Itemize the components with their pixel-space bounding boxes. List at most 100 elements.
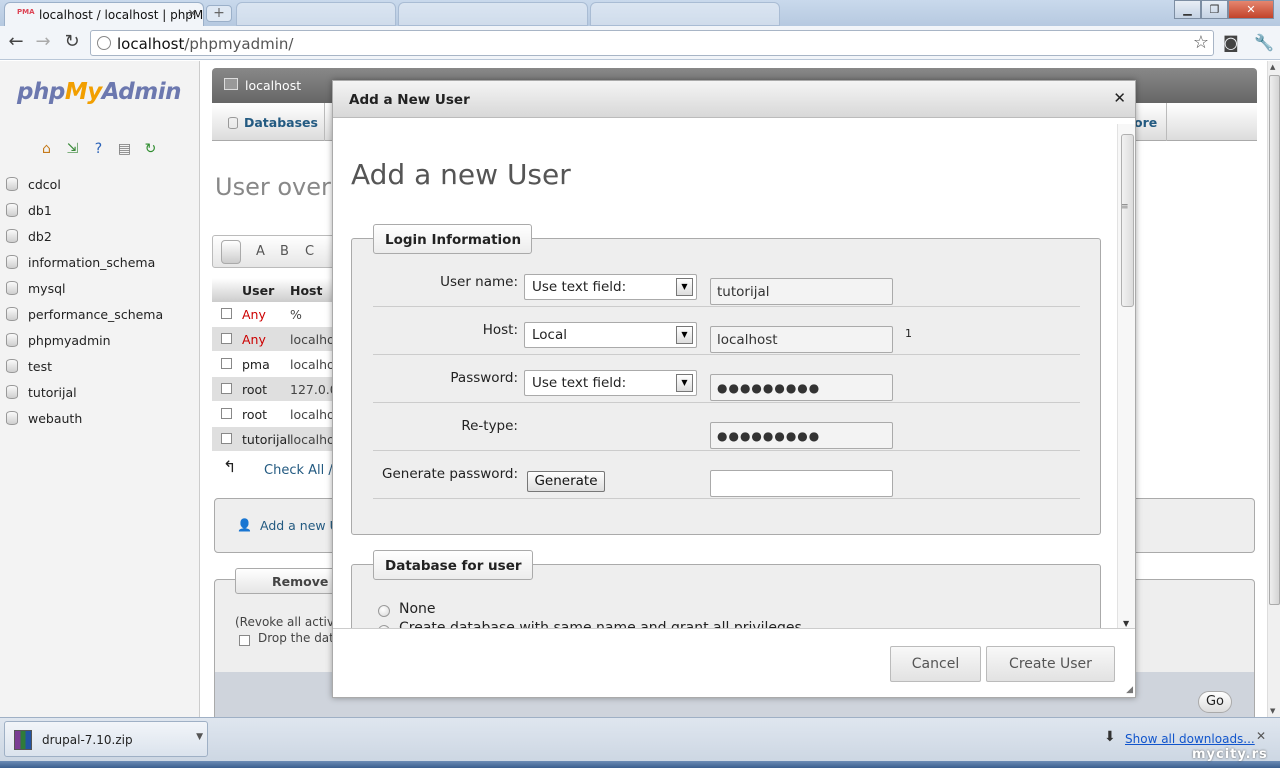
database-icon[interactable] xyxy=(6,177,18,191)
go-button[interactable]: Go xyxy=(1198,691,1232,713)
resize-handle-icon[interactable]: ◢ xyxy=(1126,685,1133,695)
row-checkbox[interactable] xyxy=(221,408,232,419)
database-icon[interactable] xyxy=(6,411,18,425)
tab-databases[interactable]: Databases xyxy=(212,103,325,141)
dialog-close-icon[interactable]: ✕ xyxy=(1113,89,1126,107)
cell-host: localho xyxy=(290,332,335,347)
logout-icon[interactable]: ⇲ xyxy=(64,141,81,158)
docs-icon[interactable]: ▤ xyxy=(116,141,133,158)
column-header-host[interactable]: Host xyxy=(290,283,322,298)
password-label: Password: xyxy=(450,370,518,386)
forward-arrow-icon[interactable]: → xyxy=(32,32,54,54)
sidebar-database-item[interactable]: mysql xyxy=(6,275,163,301)
browser-tab-active[interactable]: PMA localhost / localhost | phpMyAdmin ✕ xyxy=(4,2,204,26)
initial-letter-link[interactable]: B xyxy=(280,244,289,259)
column-header-user[interactable]: User xyxy=(242,283,274,298)
page-scrollbar[interactable]: ▲ ▼ xyxy=(1267,61,1280,717)
host-input[interactable]: localhost xyxy=(710,326,893,353)
reload-nav-icon[interactable]: ↻ xyxy=(142,141,159,158)
sidebar-database-item[interactable]: webauth xyxy=(6,405,163,431)
sidebar-database-label: test xyxy=(28,358,53,374)
page-scrollbar-thumb[interactable] xyxy=(1269,75,1280,605)
row-checkbox[interactable] xyxy=(221,383,232,394)
browser-tab-background[interactable] xyxy=(398,2,588,26)
username-label: User name: xyxy=(440,274,518,290)
cancel-button[interactable]: Cancel xyxy=(890,646,981,682)
phpmyadmin-logo[interactable]: phpMyAdmin xyxy=(17,79,181,105)
database-icon[interactable] xyxy=(6,255,18,269)
sidebar-database-item[interactable]: cdcol xyxy=(6,171,163,197)
download-item[interactable]: drupal-7.10.zip ▼ xyxy=(4,721,208,757)
sidebar-database-item[interactable]: information_schema xyxy=(6,249,163,275)
user-table: User Host Any% Any localho pma localho root 12… xyxy=(212,278,338,452)
host-row: Host: Local ▼ localhost 1 xyxy=(373,307,1080,355)
create-user-button[interactable]: Create User xyxy=(986,646,1115,682)
sidebar-database-item[interactable]: phpmyadmin xyxy=(6,327,163,353)
generate-button[interactable]: Generate xyxy=(527,471,605,492)
camera-extension-icon[interactable]: ◙ xyxy=(1223,33,1239,52)
address-bar[interactable]: localhost/phpmyadmin/ ☆ xyxy=(90,30,1214,56)
database-icon[interactable] xyxy=(6,229,18,243)
password-input[interactable]: ●●●●●●●●● xyxy=(710,374,893,401)
sidebar-database-item[interactable]: db2 xyxy=(6,223,163,249)
tab-close-icon[interactable]: ✕ xyxy=(188,7,197,20)
download-shelf-close-icon[interactable]: ✕ xyxy=(1256,729,1266,743)
radio-none[interactable] xyxy=(378,605,390,617)
row-checkbox[interactable] xyxy=(221,358,232,369)
database-icon[interactable] xyxy=(6,333,18,347)
new-tab-button[interactable]: + xyxy=(206,5,232,22)
maximize-button[interactable]: ❐ xyxy=(1201,0,1228,19)
username-input[interactable]: tutorijal xyxy=(710,278,893,305)
pma-navigation-frame: phpMyAdmin ⌂ ⇲ ? ▤ ↻ cdcol db1 db2 informat… xyxy=(0,61,200,717)
row-checkbox[interactable] xyxy=(221,308,232,319)
initials-all-button[interactable] xyxy=(221,240,241,264)
reload-icon[interactable]: ↻ xyxy=(61,32,83,54)
database-icon[interactable] xyxy=(6,281,18,295)
database-list: cdcol db1 db2 information_schema mysql perfor… xyxy=(6,171,163,431)
dialog-scrollbar-thumb[interactable] xyxy=(1121,134,1134,307)
database-icon[interactable] xyxy=(6,307,18,321)
minimize-button[interactable]: ▁ xyxy=(1174,0,1201,19)
scroll-up-arrow-icon[interactable]: ▲ xyxy=(1270,63,1275,71)
check-all-link[interactable]: ↰ Check All / xyxy=(223,457,333,478)
database-icon[interactable] xyxy=(6,359,18,373)
row-checkbox[interactable] xyxy=(221,333,232,344)
dialog-scrollbar[interactable]: ≡ ▼ xyxy=(1117,124,1135,628)
window-close-button[interactable]: ✕ xyxy=(1228,0,1274,19)
sidebar-database-item[interactable]: db1 xyxy=(6,197,163,223)
server-label[interactable]: localhost xyxy=(245,78,301,93)
row-checkbox[interactable] xyxy=(221,433,232,444)
drop-databases-checkbox[interactable] xyxy=(239,635,250,646)
bookmark-star-icon[interactable]: ☆ xyxy=(1193,32,1209,53)
tab-title: localhost / localhost | phpMyAdmin xyxy=(39,8,204,22)
generated-password-input[interactable] xyxy=(710,470,893,497)
scroll-down-arrow-icon[interactable]: ▼ xyxy=(1270,707,1275,715)
sidebar-database-item[interactable]: tutorijal xyxy=(6,379,163,405)
add-user-link[interactable]: Add a new U xyxy=(260,518,339,533)
table-row: Any localho xyxy=(212,327,337,352)
host-type-select[interactable]: Local ▼ xyxy=(524,322,697,348)
dialog-heading: Add a new User xyxy=(351,158,571,191)
initials-filter-bar: A B C xyxy=(212,235,337,268)
database-icon[interactable] xyxy=(6,203,18,217)
initial-letter-link[interactable]: C xyxy=(305,244,314,259)
username-type-select[interactable]: Use text field: ▼ xyxy=(524,274,697,300)
sidebar-database-item[interactable]: test xyxy=(6,353,163,379)
database-icon[interactable] xyxy=(6,385,18,399)
initial-letter-link[interactable]: A xyxy=(256,244,265,259)
username-row: User name: Use text field: ▼ tutorijal xyxy=(373,259,1080,307)
dialog-body: Add a new User Login Information User na… xyxy=(333,118,1135,628)
show-all-downloads-link[interactable]: Show all downloads... xyxy=(1125,732,1255,746)
back-arrow-icon[interactable]: ← xyxy=(5,32,27,54)
home-icon[interactable]: ⌂ xyxy=(38,141,55,158)
chevron-down-icon[interactable]: ▼ xyxy=(196,732,203,742)
password-type-select[interactable]: Use text field: ▼ xyxy=(524,370,697,396)
scroll-down-arrow-icon[interactable]: ▼ xyxy=(1123,619,1129,628)
retype-password-input[interactable]: ●●●●●●●●● xyxy=(710,422,893,449)
browser-tab-background[interactable] xyxy=(236,2,396,26)
sidebar-database-item[interactable]: performance_schema xyxy=(6,301,163,327)
dialog-titlebar[interactable]: Add a New User ✕ xyxy=(333,81,1135,118)
wrench-icon[interactable]: 🔧 xyxy=(1254,33,1274,52)
browser-tab-background[interactable] xyxy=(590,2,780,26)
help-icon[interactable]: ? xyxy=(90,141,107,158)
